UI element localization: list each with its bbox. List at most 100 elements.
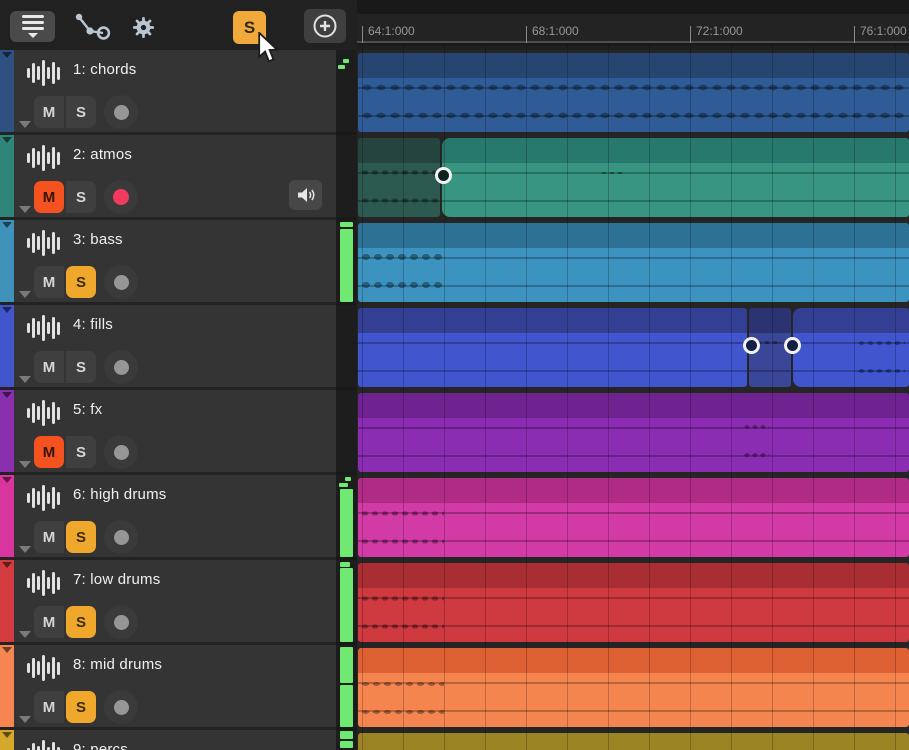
collapse-triangle-icon[interactable] <box>2 647 12 653</box>
audio-clip[interactable] <box>358 223 909 302</box>
clip-fade-handle[interactable] <box>743 337 760 354</box>
track-color-strip <box>0 305 14 387</box>
mute-solo-group: M S <box>34 181 96 213</box>
listen-button[interactable] <box>289 180 322 210</box>
timeline-lane[interactable] <box>357 50 909 135</box>
ruler-tick-label: 64:1:000 <box>368 24 415 38</box>
mute-button[interactable]: M <box>34 351 64 383</box>
track-resize-handle-icon[interactable] <box>19 291 31 298</box>
track-header[interactable]: 7: low drums M S <box>0 560 336 645</box>
track-header[interactable]: 9: percs M S <box>0 730 336 750</box>
collapse-triangle-icon[interactable] <box>2 222 12 228</box>
waveform-strip <box>360 681 444 687</box>
track-list: 1: chords M S 2: atmos M <box>0 50 909 750</box>
audio-clip[interactable] <box>358 393 909 472</box>
track-resize-handle-icon[interactable] <box>19 631 31 638</box>
audio-clip[interactable] <box>358 563 909 642</box>
speaker-icon <box>296 186 316 204</box>
timeline-lane[interactable] <box>357 305 909 390</box>
clip-fade-handle[interactable] <box>784 337 801 354</box>
audio-clip[interactable] <box>358 308 747 387</box>
audio-clip[interactable] <box>793 308 909 387</box>
ruler-tick-label: 68:1:000 <box>532 24 579 38</box>
timeline-lane[interactable] <box>357 390 909 475</box>
timeline-lane[interactable] <box>357 730 909 750</box>
mute-button[interactable]: M <box>34 521 64 553</box>
audio-clip[interactable] <box>442 138 909 217</box>
timeline-lane[interactable] <box>357 135 909 220</box>
clip-fade-handle[interactable] <box>435 167 452 184</box>
automation-nodes-icon[interactable] <box>73 12 113 40</box>
timeline-lane[interactable] <box>357 645 909 730</box>
mute-button[interactable]: M <box>34 266 64 298</box>
timeline-lane[interactable] <box>357 220 909 305</box>
collapse-triangle-icon[interactable] <box>2 52 12 58</box>
ruler-tick-label: 72:1:000 <box>696 24 743 38</box>
track-resize-handle-icon[interactable] <box>19 121 31 128</box>
track-resize-handle-icon[interactable] <box>19 461 31 468</box>
record-arm-button[interactable] <box>104 520 138 554</box>
collapse-triangle-icon[interactable] <box>2 392 12 398</box>
solo-button[interactable]: S <box>66 181 96 213</box>
add-track-button[interactable] <box>304 9 346 43</box>
solo-button[interactable]: S <box>66 521 96 553</box>
record-arm-button[interactable] <box>104 435 138 469</box>
track-resize-handle-icon[interactable] <box>19 376 31 383</box>
audio-clip[interactable] <box>358 733 909 750</box>
settings-gear-icon[interactable] <box>132 16 155 39</box>
audio-clip[interactable] <box>358 648 909 727</box>
collapse-triangle-icon[interactable] <box>2 732 12 738</box>
mute-solo-group: M S <box>34 96 96 128</box>
track-resize-handle-icon[interactable] <box>19 716 31 723</box>
solo-button[interactable]: S <box>66 606 96 638</box>
audio-waveform-icon <box>27 484 61 512</box>
ruler-band <box>357 14 909 43</box>
list-caret-icon <box>22 15 44 38</box>
track-row: 7: low drums M S <box>0 560 909 645</box>
record-arm-button[interactable] <box>104 95 138 129</box>
solo-button[interactable]: S <box>66 96 96 128</box>
track-header[interactable]: 3: bass M S <box>0 220 336 305</box>
audio-clip[interactable] <box>358 53 909 132</box>
timeline-lane[interactable] <box>357 560 909 645</box>
level-meter <box>336 475 357 560</box>
solo-button[interactable]: S <box>66 266 96 298</box>
collapse-triangle-icon[interactable] <box>2 307 12 313</box>
audio-clip[interactable] <box>358 478 909 557</box>
track-row: 9: percs M S <box>0 730 909 750</box>
solo-toggle-button[interactable]: S <box>233 11 266 44</box>
waveform-strip <box>360 169 440 176</box>
track-header[interactable]: 4: fills M S <box>0 305 336 390</box>
track-header[interactable]: 1: chords M S <box>0 50 336 135</box>
timeline-ruler[interactable]: 64:1:00068:1:00072:1:00076:1:000 <box>357 0 909 45</box>
solo-button[interactable]: S <box>66 436 96 468</box>
waveform-strip <box>360 197 440 204</box>
record-arm-button[interactable] <box>104 605 138 639</box>
solo-button[interactable]: S <box>66 691 96 723</box>
track-header[interactable]: 6: high drums M S <box>0 475 336 560</box>
mute-button[interactable]: M <box>34 436 64 468</box>
track-header[interactable]: 2: atmos M S <box>0 135 336 220</box>
clip-center-line <box>358 370 747 372</box>
record-arm-button[interactable] <box>104 690 138 724</box>
timeline-lane[interactable] <box>357 475 909 560</box>
record-arm-button[interactable] <box>104 180 138 214</box>
waveform-strip <box>743 424 769 430</box>
track-resize-handle-icon[interactable] <box>19 206 31 213</box>
collapse-triangle-icon[interactable] <box>2 137 12 143</box>
track-resize-handle-icon[interactable] <box>19 546 31 553</box>
mute-button[interactable]: M <box>34 181 64 213</box>
track-header[interactable]: 5: fx M S <box>0 390 336 475</box>
audio-clip[interactable] <box>358 138 440 217</box>
collapse-triangle-icon[interactable] <box>2 562 12 568</box>
collapse-triangle-icon[interactable] <box>2 477 12 483</box>
mute-button[interactable]: M <box>34 96 64 128</box>
mute-button[interactable]: M <box>34 691 64 723</box>
record-arm-button[interactable] <box>104 350 138 384</box>
ruler-tick <box>690 26 691 43</box>
record-arm-button[interactable] <box>104 265 138 299</box>
mute-button[interactable]: M <box>34 606 64 638</box>
track-header[interactable]: 8: mid drums M S <box>0 645 336 730</box>
track-visibility-button[interactable] <box>10 11 55 42</box>
solo-button[interactable]: S <box>66 351 96 383</box>
